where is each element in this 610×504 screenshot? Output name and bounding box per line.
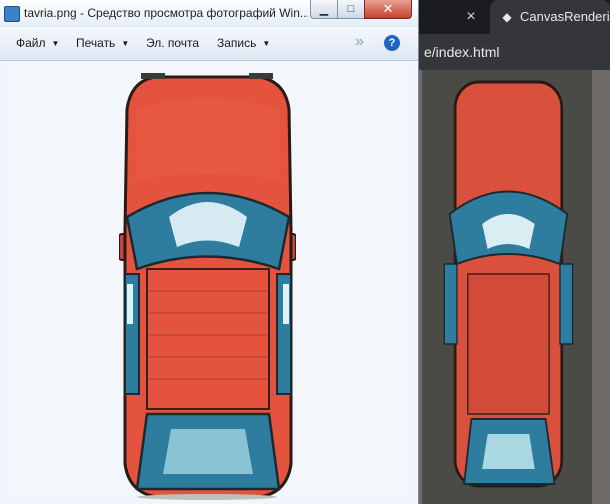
car-drawing — [443, 80, 574, 488]
menu-bar: Файл ▼ Печать ▼ Эл. почта Запись ▼ » ? — [0, 27, 418, 61]
car-roof — [146, 268, 270, 410]
menu-file-label: Файл — [16, 36, 46, 50]
browser-tab-active[interactable]: ◆ CanvasRendering — [490, 0, 610, 34]
dropdown-arrow-icon: ▼ — [121, 39, 130, 48]
menu-email-label: Эл. почта — [146, 36, 200, 50]
address-bar[interactable]: e/index.html — [410, 34, 610, 70]
menu-burn-label: Запись — [217, 36, 257, 50]
menu-burn[interactable]: Запись ▼ — [217, 36, 270, 50]
tab-close-icon[interactable]: × — [462, 8, 480, 26]
browser-viewport — [410, 70, 610, 504]
browser-window: × ◆ CanvasRendering e/index.html — [410, 0, 610, 504]
help-icon[interactable]: ? — [384, 35, 400, 51]
car-sprite-image — [119, 73, 296, 500]
menu-file[interactable]: Файл ▼ — [16, 36, 59, 50]
image-display-area — [6, 61, 410, 500]
close-icon: ✕ — [382, 1, 394, 16]
browser-tab-bar: × ◆ CanvasRendering — [410, 0, 610, 34]
maximize-button[interactable]: □ — [337, 0, 365, 19]
menu-print[interactable]: Печать ▼ — [76, 36, 129, 50]
front-light-right — [249, 73, 273, 79]
photo-viewer-app-icon — [4, 6, 20, 22]
chevron-double-right-icon[interactable]: » — [355, 33, 364, 51]
minimize-icon: ▁ — [319, 3, 329, 16]
tab-title: CanvasRendering — [520, 9, 610, 24]
close-button[interactable]: ✕ — [364, 0, 412, 19]
window-title: tavria.png - Средство просмотра фотограф… — [24, 6, 308, 20]
tab-favicon-icon: ◆ — [502, 10, 512, 24]
photo-viewer-window: tavria.png - Средство просмотра фотограф… — [0, 0, 419, 504]
maximize-icon: □ — [347, 3, 355, 15]
front-light-left — [141, 73, 165, 79]
car-sprite-rendered — [443, 80, 574, 488]
menu-email[interactable]: Эл. почта — [146, 36, 199, 50]
menu-print-label: Печать — [76, 36, 116, 50]
window-titlebar[interactable]: tavria.png - Средство просмотра фотограф… — [0, 0, 418, 27]
rendering-canvas — [422, 70, 592, 504]
dropdown-arrow-icon: ▼ — [262, 39, 271, 48]
dropdown-arrow-icon: ▼ — [51, 39, 60, 48]
address-url: e/index.html — [424, 44, 500, 60]
minimize-button[interactable]: ▁ — [310, 0, 338, 19]
